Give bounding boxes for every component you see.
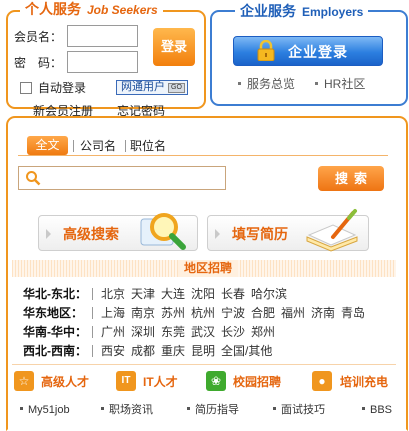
city-link[interactable]: 杭州 [191,306,215,320]
city-link[interactable]: 合肥 [251,306,275,320]
city-link[interactable]: 南京 [131,306,155,320]
search-button[interactable]: 搜索 [318,166,384,191]
region-east-label: 华东地区： [23,306,84,320]
username-label: 会员名： [14,30,63,44]
net-pass-label: 网通用户 [121,81,165,93]
tab-underline [18,155,388,156]
city-link[interactable]: 济南 [311,306,335,320]
jobseekers-title-en: Job Seekers [87,3,158,17]
region-separator [92,326,93,338]
category-it-talent[interactable]: IT人才 [143,375,178,389]
category-campus[interactable]: 校园招聘 [233,375,281,389]
go-icon: GO [168,83,185,93]
city-link[interactable]: 苏州 [161,306,185,320]
tab-company[interactable]: 公司名 [80,139,116,153]
region-south-label: 华南-华中： [23,325,87,339]
city-link[interactable]: 广州 [101,325,125,339]
city-link[interactable]: 长沙 [221,325,245,339]
password-label: 密 码： [14,56,63,70]
city-link[interactable]: 北京 [101,287,125,301]
region-header-title: 地区招聘 [178,260,239,277]
region-header: 地区招聘 [12,260,396,277]
city-link[interactable]: 武汉 [191,325,215,339]
city-link[interactable]: 哈尔滨 [251,287,287,301]
password-input[interactable] [67,51,138,73]
lock-icon [256,39,276,62]
it-icon: IT [116,371,136,391]
advanced-search-label: 高级搜索 [63,226,119,242]
advanced-search-button[interactable]: 高级搜索 [38,213,198,251]
resume-book-icon [303,207,361,256]
region-north-label: 华北-东北： [23,287,87,301]
city-link[interactable]: 全国/其他 [221,344,272,358]
city-link[interactable]: 长春 [221,287,245,301]
bottom-link-interview-tips[interactable]: 面试技巧 [273,404,325,416]
bottom-link-resume-guide[interactable]: 简历指导 [187,404,239,416]
category-divider [12,364,396,365]
bottom-link-label: My51job [28,404,70,416]
city-link[interactable]: 昆明 [191,344,215,358]
arrow-right-icon [215,229,220,239]
region-separator [92,288,93,300]
tab-divider [125,140,126,152]
city-link[interactable]: 郑州 [251,325,275,339]
city-link[interactable]: 东莞 [161,325,185,339]
magnifier-icon [137,209,187,256]
bottom-link-label: BBS [370,404,393,416]
hr-community-link[interactable]: HR社区 [315,77,365,91]
training-icon: ● [312,371,332,391]
service-overview-link[interactable]: 服务总览 [238,77,295,91]
city-link[interactable]: 大连 [161,287,185,301]
bottom-link-label: 面试技巧 [281,404,325,416]
fill-resume-button[interactable]: 填写简历 [207,209,369,252]
hr-community-label: HR社区 [324,77,366,91]
jobseekers-title: 个人服务 Job Seekers [20,1,163,18]
bottom-link-label: 职场资讯 [109,404,153,416]
city-link[interactable]: 天津 [131,287,155,301]
city-link[interactable]: 宁波 [221,306,245,320]
city-link[interactable]: 重庆 [161,344,185,358]
region-separator [92,307,93,319]
city-link[interactable]: 福州 [281,306,305,320]
tab-position[interactable]: 职位名 [130,139,166,153]
search-input[interactable] [18,166,226,190]
fill-resume-label: 填写简历 [232,226,288,242]
service-overview-label: 服务总览 [247,77,296,91]
city-link[interactable]: 西安 [101,344,125,358]
campus-icon: ❀ [206,371,226,391]
category-training[interactable]: 培训充电 [340,375,388,389]
jobseekers-title-cn: 个人服务 [25,1,81,17]
auto-login-label: 自动登录 [38,81,87,95]
city-link[interactable]: 青岛 [341,306,365,320]
employers-title: 企业服务 Employers [235,3,369,20]
category-senior-talent[interactable]: 高级人才 [41,375,89,389]
tab-fulltext[interactable]: 全文 [27,136,68,155]
login-button[interactable]: 登录 [153,28,195,66]
bottom-link-bbs[interactable]: BBS [362,404,392,416]
tab-divider [73,140,74,152]
bottom-link-label: 简历指导 [195,404,239,416]
employer-login-button[interactable]: 企业登录 [233,36,383,66]
city-link[interactable]: 成都 [131,344,155,358]
bottom-link-career-news[interactable]: 职场资讯 [101,404,153,416]
arrow-right-icon [46,229,51,239]
city-link[interactable]: 沈阳 [191,287,215,301]
employer-login-label: 企业登录 [288,44,348,60]
bottom-link-my51job[interactable]: My51job [20,404,70,416]
auto-login-checkbox[interactable] [20,82,32,94]
city-link[interactable]: 上海 [101,306,125,320]
region-west-label: 西北-西南： [23,344,87,358]
net-pass-button[interactable]: 网通用户 GO [116,80,188,95]
city-link[interactable]: 深圳 [131,325,155,339]
employers-title-en: Employers [302,5,364,19]
username-input[interactable] [67,25,138,47]
star-icon: ☆ [14,371,34,391]
employers-title-cn: 企业服务 [240,3,296,19]
region-separator [92,345,93,357]
search-icon [25,170,41,189]
